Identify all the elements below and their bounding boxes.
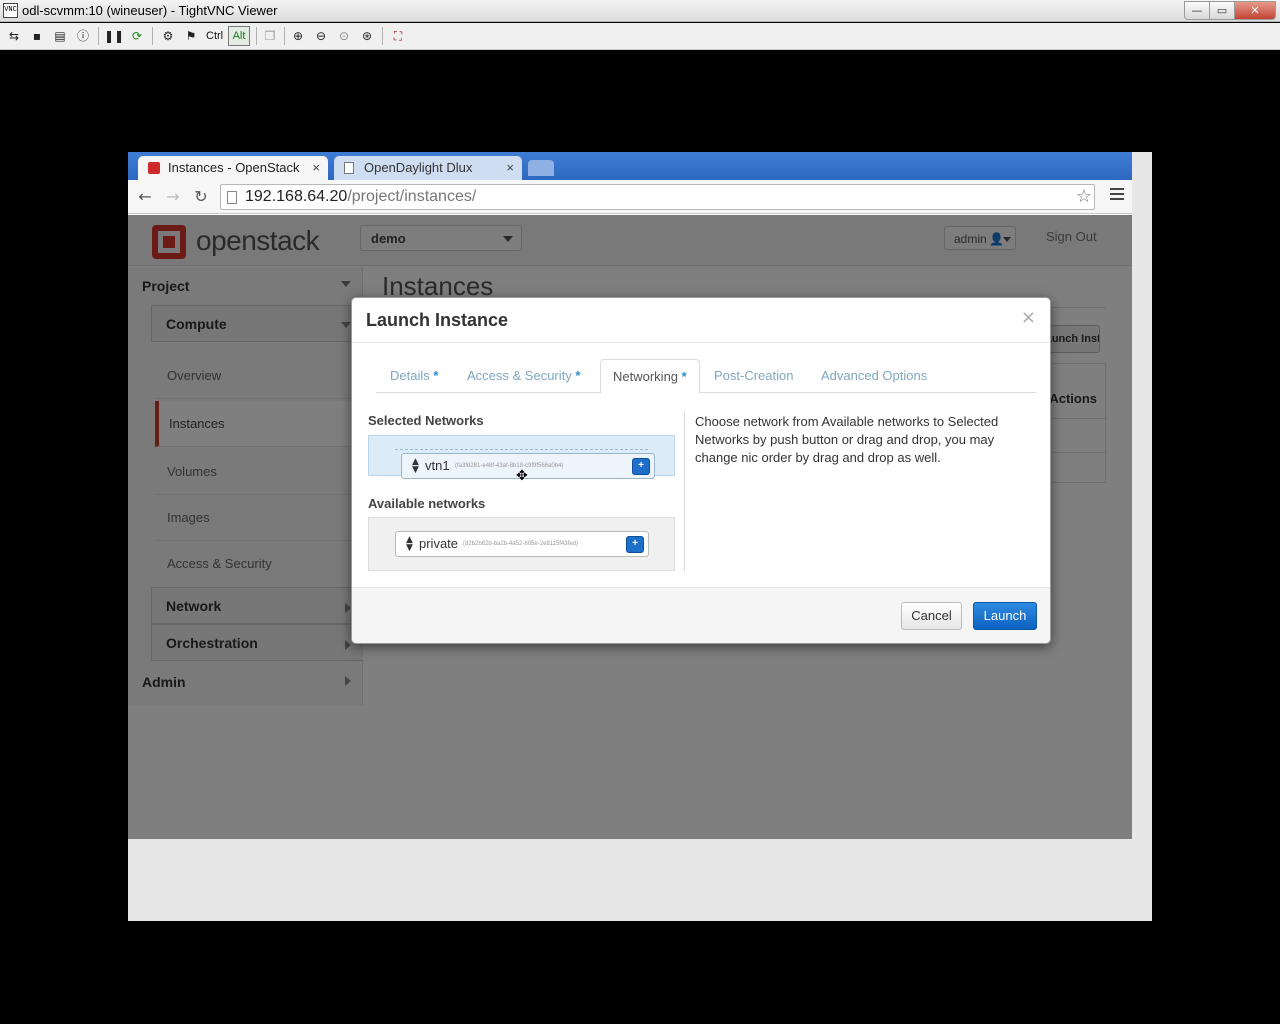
modal-footer: Cancel Launch	[352, 587, 1050, 643]
zoom-100-icon[interactable]: ⊙	[334, 26, 354, 46]
fullscreen-icon[interactable]: ⛶	[388, 26, 408, 46]
url-host: 192.168.64.20	[245, 188, 348, 205]
new-tab-button[interactable]	[528, 160, 554, 176]
openstack-favicon-icon	[148, 162, 160, 174]
options-icon[interactable]: ▤	[50, 26, 70, 46]
maximize-button[interactable]: ▭	[1209, 1, 1235, 20]
page-icon	[227, 191, 237, 204]
reorder-arrows-icon: ▲ ▼	[412, 457, 419, 475]
vnc-window-title: odl-scvmm:10 (wineuser) - TightVNC Viewe…	[22, 3, 278, 18]
vnc-titlebar: VNC odl-scvmm:10 (wineuser) - TightVNC V…	[0, 0, 1280, 22]
refresh-icon[interactable]: ⟳	[127, 26, 147, 46]
pause-icon[interactable]: ❚❚	[104, 26, 124, 46]
networking-help-text: Choose network from Available networks t…	[695, 414, 999, 465]
clipboard-icon[interactable]: ❐	[260, 26, 280, 46]
network-id: (d2b2b82b-ba2b-4a52-805e-2e8115f43fed)	[463, 541, 578, 547]
new-connection-icon[interactable]: ⇆	[4, 26, 24, 46]
minimize-button[interactable]: —	[1184, 1, 1210, 20]
tab-title: OpenDaylight Dlux	[364, 160, 473, 175]
network-name: private	[419, 536, 459, 551]
required-marker: *	[681, 369, 687, 384]
modal-tabs: Details * Access & Security * Networking…	[376, 359, 1036, 394]
forward-arrow-icon[interactable]: →	[162, 186, 184, 208]
tab-close-icon[interactable]: ×	[312, 156, 320, 180]
drop-placeholder	[395, 449, 648, 450]
vnc-toolbar: ⇆ ▪ ▤ ⓘ ❚❚ ⟳ ⚙ ⚑ Ctrl Alt ❐ ⊕ ⊖ ⊙ ⊛ ⛶	[0, 23, 1280, 50]
toolbar-separator	[284, 27, 285, 45]
toolbar-separator	[152, 27, 153, 45]
tab-title: Instances - OpenStack	[168, 160, 300, 175]
toolbar-separator	[98, 27, 99, 45]
toolbar-separator	[256, 27, 257, 45]
url-path: /project/instances/	[347, 188, 477, 205]
available-networks-label: Available networks	[368, 496, 486, 511]
browser-navbar: ← → ↻ 192.168.64.20/project/instances/ ☆	[128, 180, 1132, 214]
network-name: vtn1	[425, 458, 450, 473]
tab-post-creation[interactable]: Post-Creation	[714, 359, 793, 393]
address-bar[interactable]: 192.168.64.20/project/instances/ ☆	[220, 184, 1095, 210]
tab-label: Networking	[613, 369, 679, 384]
tab-access-security[interactable]: Access & Security *	[467, 359, 580, 393]
info-icon[interactable]: ⓘ	[73, 26, 93, 46]
modal-title: Launch Instance	[366, 310, 509, 330]
move-cursor-icon: ✥	[516, 468, 528, 484]
ctrl-alt-del-icon[interactable]: ⚙	[158, 26, 178, 46]
close-icon[interactable]: ×	[1021, 307, 1036, 328]
launch-button[interactable]: Launch	[973, 602, 1037, 630]
close-window-button[interactable]: ✕	[1234, 1, 1276, 20]
reload-icon[interactable]: ↻	[190, 186, 212, 208]
network-toggle-button[interactable]: +	[632, 458, 650, 475]
network-id: (fa3fd281-e48f-43af-8b18-c9f9f566a0b4)	[455, 463, 564, 469]
network-item-vtn1[interactable]: ▲ ▼ vtn1 (fa3fd281-e48f-43af-8b18-c9f9f56…	[401, 453, 655, 479]
modal-header: Launch Instance ×	[352, 298, 1050, 343]
tab-advanced-options[interactable]: Advanced Options	[821, 359, 927, 393]
selected-networks-label: Selected Networks	[368, 413, 484, 428]
save-icon[interactable]: ▪	[27, 26, 47, 46]
tab-label: Details	[390, 368, 430, 383]
zoom-in-icon[interactable]: ⊕	[288, 26, 308, 46]
tab-label: Access & Security	[467, 368, 572, 383]
tab-networking[interactable]: Networking *	[600, 359, 700, 394]
browser-tab-instances[interactable]: Instances - OpenStack ×	[138, 156, 328, 180]
cancel-button[interactable]: Cancel	[901, 602, 962, 630]
back-arrow-icon[interactable]: ←	[134, 186, 156, 208]
window-controls: — ▭ ✕	[1184, 1, 1276, 20]
available-networks-dropzone[interactable]: ▲ ▼ private (d2b2b82b-ba2b-4a52-805e-2e81…	[368, 517, 675, 571]
tab-label: Advanced Options	[821, 368, 928, 383]
ctrl-esc-icon[interactable]: ⚑	[181, 26, 201, 46]
help-divider	[684, 411, 685, 571]
reorder-arrows-icon: ▲ ▼	[406, 535, 413, 553]
toolbar-separator	[382, 27, 383, 45]
ctrl-key-toggle[interactable]: Ctrl	[206, 30, 223, 42]
vnc-app-icon: VNC	[3, 3, 18, 18]
tab-details[interactable]: Details *	[390, 359, 438, 393]
browser-tab-dlux[interactable]: OpenDaylight Dlux ×	[334, 156, 522, 180]
required-marker: *	[575, 368, 581, 383]
required-marker: *	[433, 368, 439, 383]
launch-instance-modal: Launch Instance × Details * Access & Sec…	[351, 297, 1051, 644]
tab-label: Post-Creation	[714, 368, 794, 383]
page-favicon-icon	[344, 162, 354, 174]
alt-key-toggle[interactable]: Alt	[228, 26, 250, 46]
zoom-out-icon[interactable]: ⊖	[311, 26, 331, 46]
network-add-button[interactable]: +	[626, 536, 644, 553]
tab-close-icon[interactable]: ×	[506, 156, 514, 180]
browser-menu-icon[interactable]	[1110, 188, 1124, 204]
url-text: 192.168.64.20/project/instances/	[245, 188, 476, 206]
network-item-private[interactable]: ▲ ▼ private (d2b2b82b-ba2b-4a52-805e-2e81…	[395, 531, 649, 557]
bookmark-star-icon[interactable]: ☆	[1076, 186, 1092, 207]
zoom-fit-icon[interactable]: ⊛	[357, 26, 377, 46]
browser-tabstrip: Instances - OpenStack × OpenDaylight Dlu…	[128, 152, 1132, 180]
